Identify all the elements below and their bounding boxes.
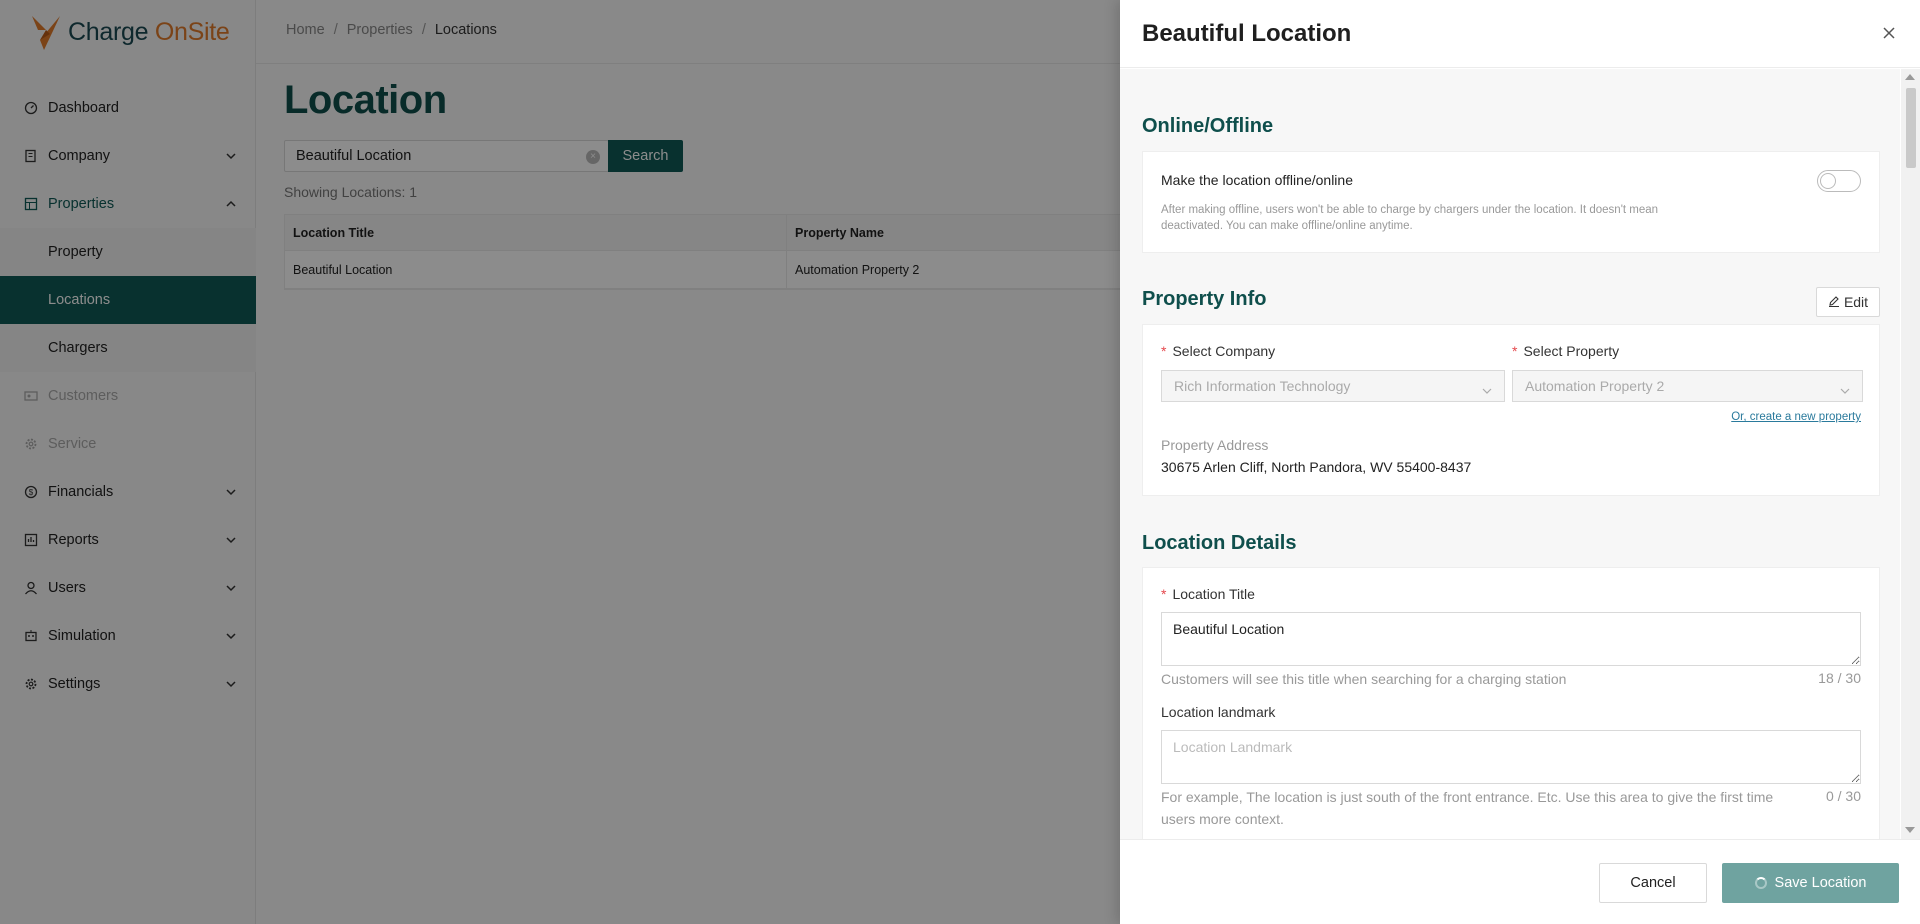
pencil-icon — [1828, 294, 1844, 310]
required-mark: * — [1161, 586, 1167, 602]
required-mark: * — [1161, 343, 1167, 359]
landmark-counter: 0 / 30 — [1825, 788, 1861, 804]
toggle-description: After making offline, users won't be abl… — [1161, 204, 1659, 232]
chevron-down-icon — [1840, 383, 1850, 394]
location-title-helper: Customers will see this title when searc… — [1161, 671, 1567, 687]
property-select-value: Automation Property 2 — [1525, 378, 1665, 394]
close-icon[interactable] — [1880, 24, 1898, 42]
section-title-online: Online/Offline — [1142, 115, 1274, 137]
address-value: 30675 Arlen Cliff, North Pandora, WV 554… — [1161, 459, 1472, 475]
company-select[interactable]: Rich Information Technology — [1161, 370, 1505, 402]
landmark-input[interactable] — [1161, 730, 1861, 784]
section-title-details: Location Details — [1142, 532, 1297, 554]
toggle-knob — [1820, 173, 1836, 189]
online-card: Make the location offline/online After m… — [1142, 151, 1880, 253]
property-label-text: Select Property — [1523, 343, 1620, 359]
edit-button[interactable]: Edit — [1816, 287, 1880, 317]
edit-button-label: Edit — [1843, 294, 1869, 310]
location-drawer: Beautiful Location Online/Offline Make t… — [1120, 0, 1920, 924]
property-card: * Select Company Rich Information Technol… — [1142, 324, 1880, 496]
cancel-button[interactable]: Cancel — [1599, 863, 1707, 903]
landmark-helper: For example, The location is just south … — [1161, 789, 1774, 827]
details-card: * Location Title Beautiful Location Custo… — [1142, 567, 1880, 839]
drawer-footer: Cancel Save Location — [1120, 839, 1920, 924]
location-title-input[interactable]: Beautiful Location — [1161, 612, 1861, 666]
drawer-title: Beautiful Location — [1142, 20, 1352, 47]
location-title-counter: 18 / 30 — [1818, 670, 1861, 686]
drawer-body: Online/Offline Make the location offline… — [1120, 69, 1900, 839]
loading-spinner-icon — [1754, 877, 1767, 889]
location-title-label: * Location Title — [1161, 586, 1255, 602]
scrollbar[interactable] — [1901, 69, 1920, 839]
chevron-down-icon — [1482, 383, 1492, 394]
address-label: Property Address — [1161, 437, 1269, 453]
property-select[interactable]: Automation Property 2 — [1512, 370, 1863, 402]
save-location-label: Save Location — [1774, 875, 1867, 891]
scroll-down-arrow-icon[interactable] — [1905, 827, 1915, 833]
section-title-property: Property Info — [1142, 288, 1267, 310]
toggle-label: Make the location offline/online — [1161, 172, 1353, 188]
landmark-label: Location landmark — [1161, 704, 1276, 720]
online-toggle[interactable] — [1817, 170, 1861, 192]
scroll-up-arrow-icon[interactable] — [1905, 74, 1915, 80]
create-property-link[interactable]: Or, create a new property — [1731, 411, 1861, 423]
company-label-text: Select Company — [1172, 343, 1276, 359]
save-location-button[interactable]: Save Location — [1722, 863, 1899, 903]
company-label: * Select Company — [1161, 343, 1275, 359]
drawer-header: Beautiful Location — [1120, 0, 1920, 68]
required-mark: * — [1512, 343, 1518, 359]
property-label: * Select Property — [1512, 343, 1619, 359]
company-select-value: Rich Information Technology — [1174, 378, 1351, 394]
location-title-label-text: Location Title — [1172, 586, 1255, 602]
scrollbar-thumb[interactable] — [1906, 88, 1916, 168]
